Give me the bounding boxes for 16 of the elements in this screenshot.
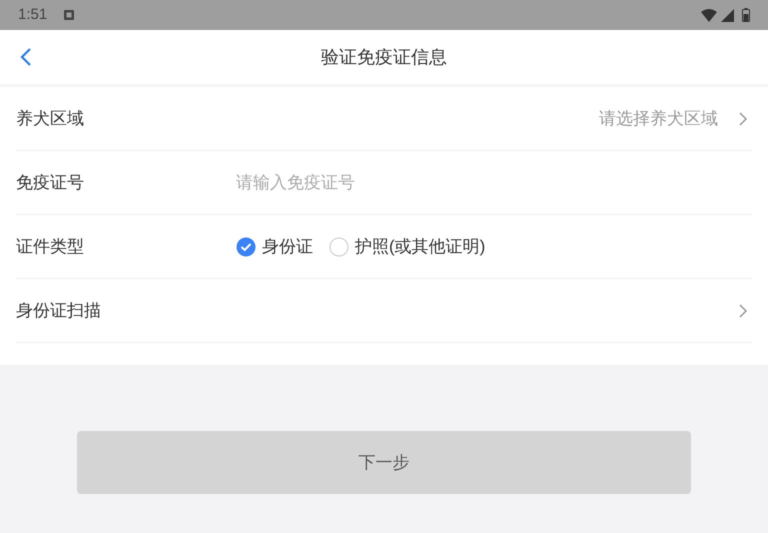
field-label: 免疫证号 [16, 172, 85, 194]
signal-icon [721, 8, 734, 22]
back-icon [20, 47, 32, 67]
wifi-icon [701, 8, 717, 22]
field-label: 证件类型 [16, 236, 85, 258]
page-title: 验证免疫证信息 [321, 46, 447, 68]
chevron-right-icon [738, 302, 748, 318]
radio-option[interactable]: 身份证 [236, 234, 313, 260]
chevron-right-icon [738, 110, 748, 126]
radio-option[interactable]: 护照(或其他证明) [329, 234, 486, 260]
notification-icon [63, 9, 76, 21]
battery-icon [742, 8, 750, 22]
field-label: 养犬区域 [16, 108, 85, 130]
input-field[interactable]: 请输入免疫证号 [236, 170, 752, 196]
field-label: 身份证扫描 [16, 300, 102, 322]
status-time: 1:51 [18, 4, 48, 25]
